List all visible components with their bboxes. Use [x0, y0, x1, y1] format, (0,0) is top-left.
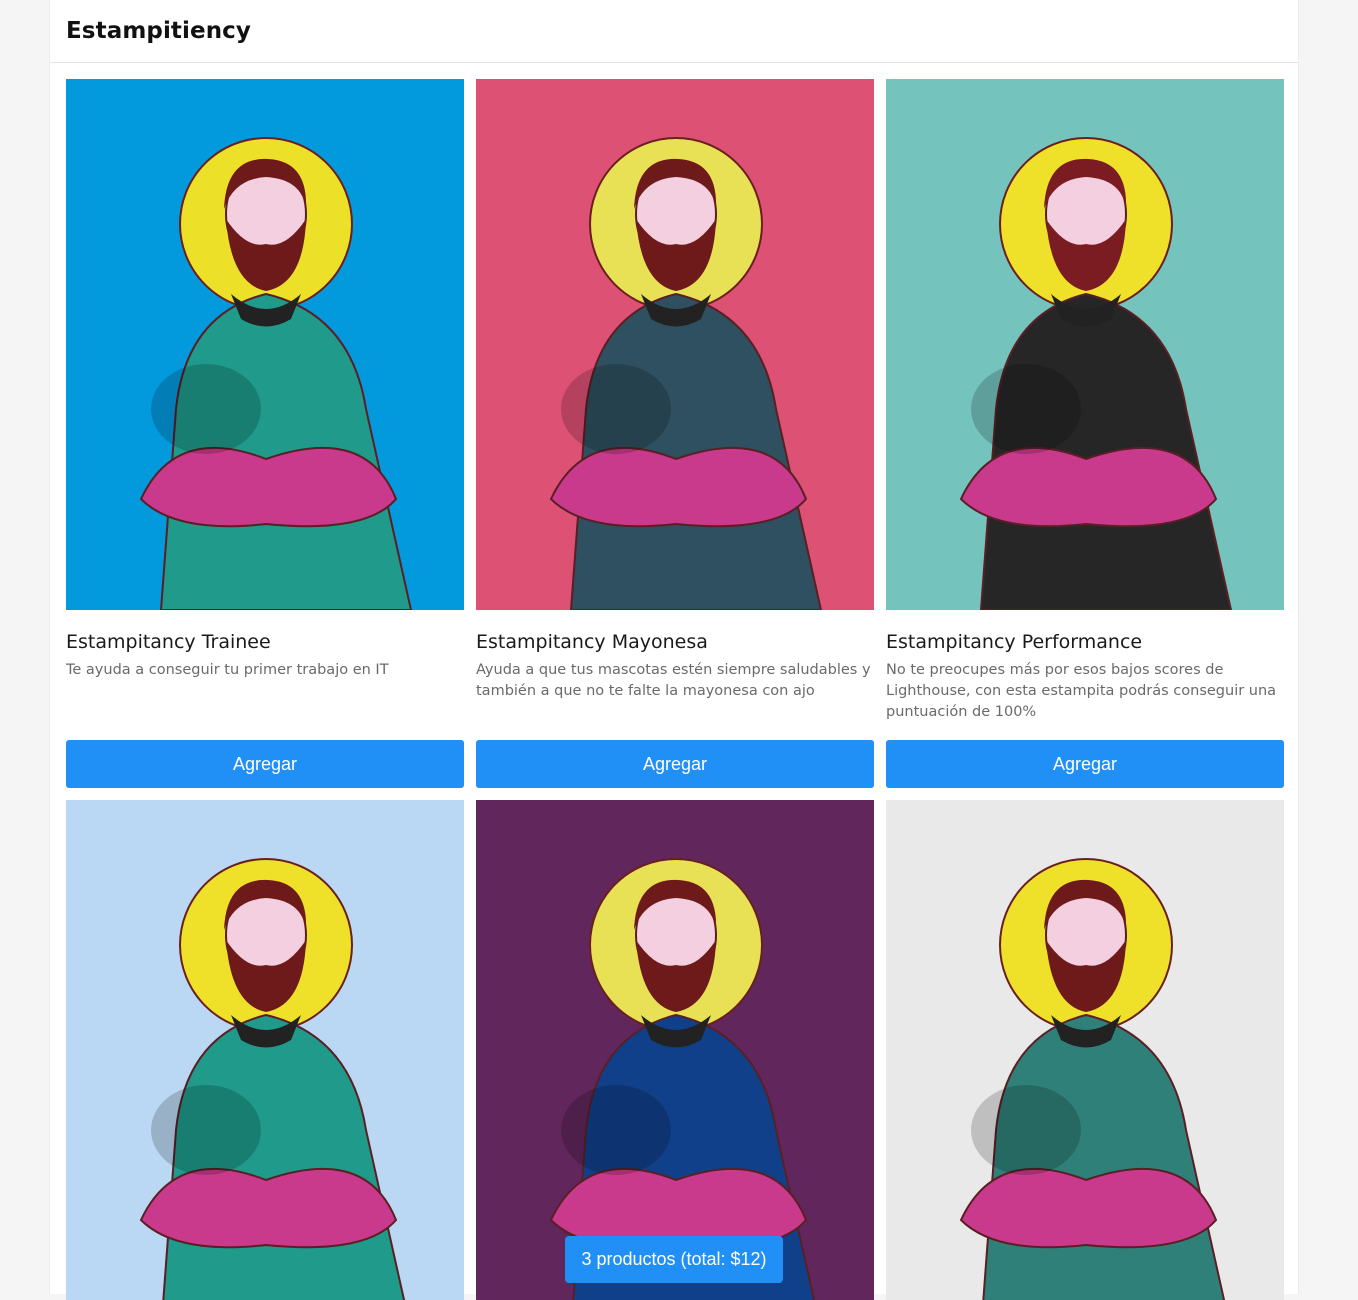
cat-icon: [476, 79, 874, 610]
product-image: [886, 79, 1284, 610]
page: Estampitiency Estampitancy Trainee Te ay…: [49, 0, 1299, 1300]
baby-icon: [66, 79, 464, 610]
product-description: Te ayuda a conseguir tu primer trabajo e…: [66, 662, 389, 678]
product-image: [66, 79, 464, 610]
add-button[interactable]: Agregar: [886, 740, 1284, 788]
product-title: Estampitancy Performance: [886, 631, 1143, 653]
product-card: [66, 800, 464, 1300]
product-card: [886, 800, 1284, 1300]
product-description: No te preocupes más por esos bajos score…: [886, 662, 1277, 720]
product-title: Estampitancy Mayonesa: [476, 631, 708, 653]
product-image: [476, 800, 874, 1300]
product-grid: Estampitancy Trainee Te ayuda a consegui…: [66, 79, 1284, 1300]
bread-icon: [66, 800, 464, 1300]
gin-tonic-icon: [886, 800, 1284, 1300]
product-card: Estampitancy Mayonesa Ayuda a que tus ma…: [476, 79, 874, 800]
lighthouse-icon: [886, 79, 1284, 610]
add-button[interactable]: Agregar: [476, 740, 874, 788]
product-image: [886, 800, 1284, 1300]
product-card: [476, 800, 874, 1300]
product-title: Estampitancy Trainee: [66, 631, 271, 653]
product-card: Estampitancy Trainee Te ayuda a consegui…: [66, 79, 464, 800]
octocat-icon: [476, 800, 874, 1300]
product-description: Ayuda a que tus mascotas estén siempre s…: [476, 662, 871, 699]
brand-title: Estampitiency: [66, 18, 252, 44]
product-image: [476, 79, 874, 610]
cart-summary-button[interactable]: 3 productos (total: $12): [565, 1236, 783, 1283]
top-bar: Estampitiency: [50, 0, 1298, 63]
add-button[interactable]: Agregar: [66, 740, 464, 788]
product-image: [66, 800, 464, 1300]
product-card: Estampitancy Performance No te preocupes…: [886, 79, 1284, 800]
